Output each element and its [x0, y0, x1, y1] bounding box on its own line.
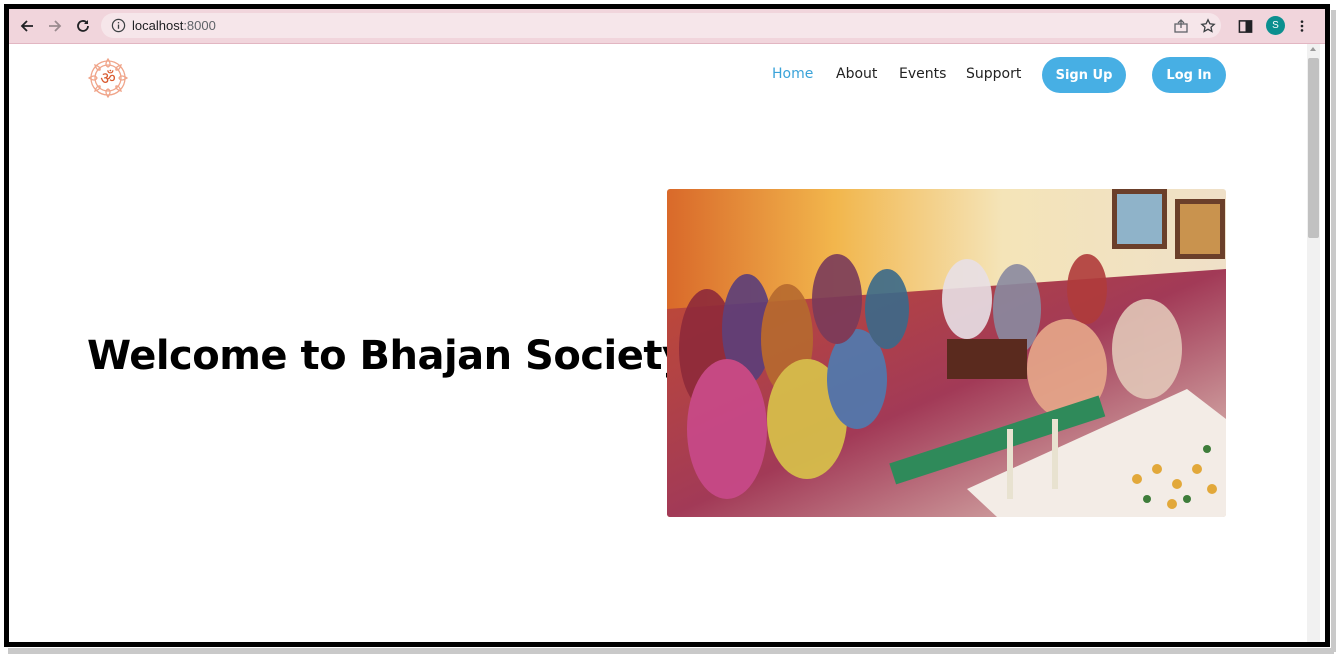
om-logo-icon[interactable]: ॐ [87, 57, 129, 99]
nav-events-link[interactable]: Events [899, 66, 946, 82]
nav-about-link[interactable]: About [836, 66, 877, 82]
nav-support-link[interactable]: Support [966, 66, 1021, 82]
star-icon[interactable] [1200, 18, 1216, 34]
forward-arrow-icon[interactable] [45, 16, 65, 36]
scroll-up-arrow-icon[interactable] [1310, 47, 1316, 51]
menu-dots-icon[interactable] [1293, 17, 1311, 35]
hero-title: Welcome to Bhajan Society [87, 333, 688, 379]
hero-photo [667, 189, 1226, 517]
info-icon[interactable] [111, 18, 126, 33]
page-scrollbar[interactable] [1307, 44, 1320, 642]
reload-icon[interactable] [73, 16, 93, 36]
side-panel-icon[interactable] [1236, 17, 1254, 35]
om-symbol: ॐ [100, 69, 116, 89]
scroll-thumb[interactable] [1308, 58, 1319, 238]
signup-button[interactable]: Sign Up [1042, 57, 1126, 93]
nav-home-link[interactable]: Home [772, 66, 813, 82]
address-bar[interactable]: localhost:8000 [101, 13, 1221, 38]
login-button[interactable]: Log In [1152, 57, 1226, 93]
back-arrow-icon[interactable] [17, 16, 37, 36]
share-icon[interactable] [1173, 18, 1189, 34]
browser-toolbar: localhost:8000 S [9, 9, 1325, 44]
page-viewport: ॐ Home About Events Support Sign Up Log … [9, 44, 1309, 642]
profile-avatar[interactable]: S [1266, 16, 1285, 35]
url-host: localhost [132, 18, 184, 33]
url-port: :8000 [183, 18, 216, 33]
url-text[interactable]: localhost:8000 [132, 18, 216, 33]
browser-window: localhost:8000 S ॐ Home About Events Sup… [4, 4, 1330, 647]
